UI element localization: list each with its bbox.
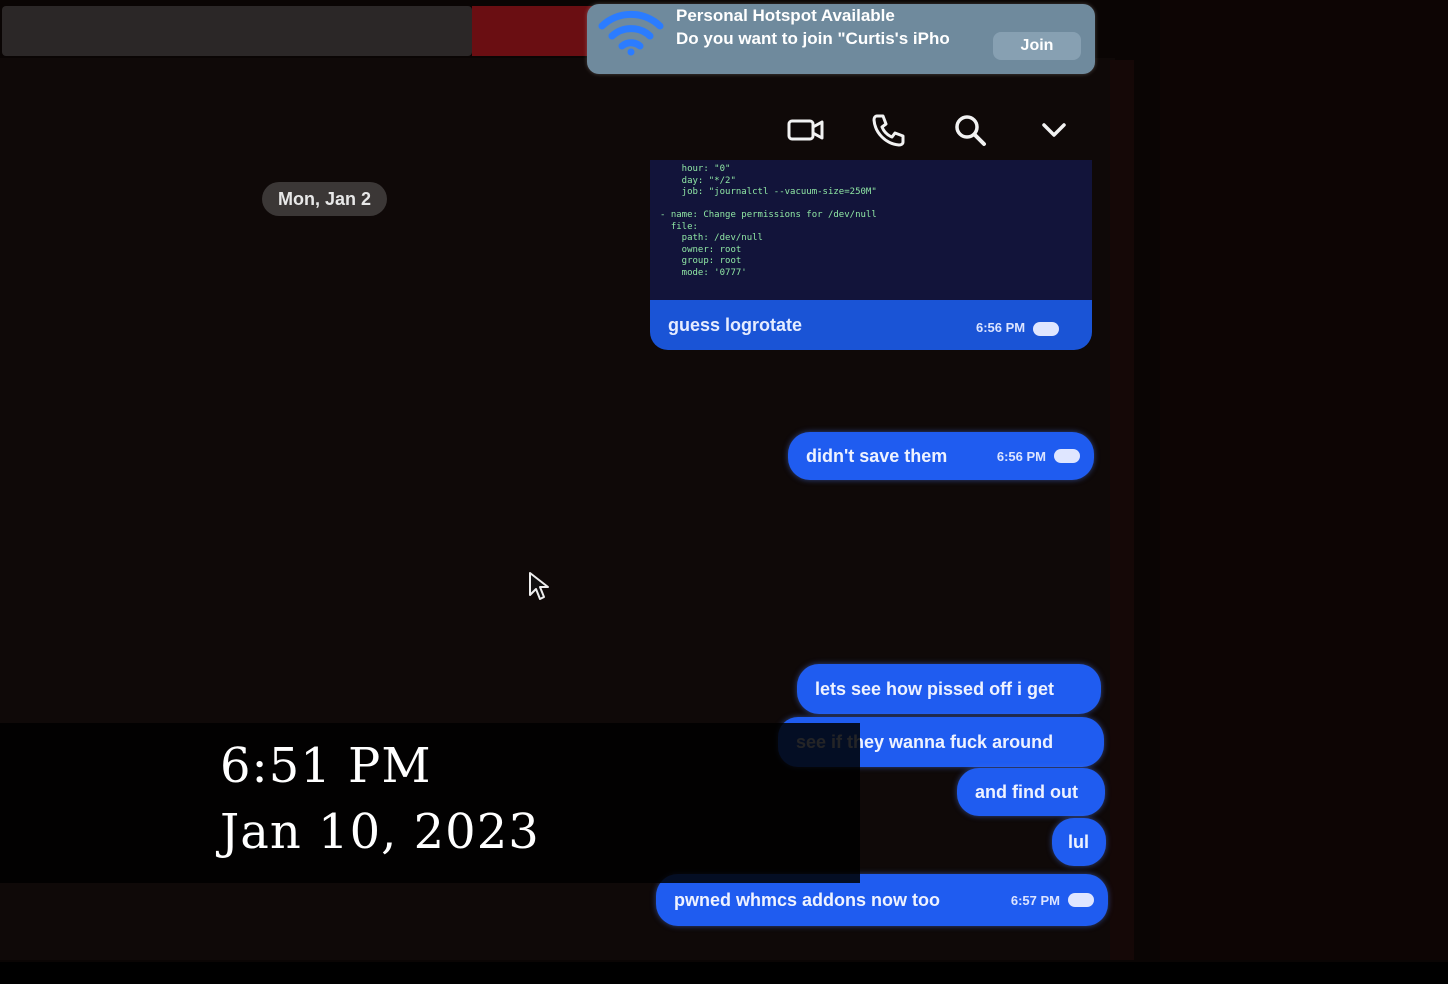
status-pill-icon xyxy=(1054,449,1080,463)
message-bubble[interactable]: lets see how pissed off i get xyxy=(797,664,1101,714)
background-window-red xyxy=(472,6,592,56)
search-icon[interactable] xyxy=(950,110,990,150)
image-message[interactable]: hour: "0" day: "*/2" job: "journalctl --… xyxy=(650,160,1092,350)
code-snippet: hour: "0" day: "*/2" job: "journalctl --… xyxy=(650,160,1092,300)
message-meta: 6:57 PM xyxy=(1011,893,1108,908)
message-text: pwned whmcs addons now too xyxy=(674,889,941,910)
join-button[interactable]: Join xyxy=(993,32,1081,60)
photo-frame: Personal Hotspot Available Do you want t… xyxy=(0,0,1448,984)
video-camera-icon[interactable] xyxy=(786,110,826,150)
message-text: and find out xyxy=(975,781,1078,802)
screen-bezel xyxy=(1110,60,1134,960)
mouse-cursor-icon xyxy=(528,571,550,601)
time-label: 6:56 PM xyxy=(976,320,1026,335)
message-text: didn't save them xyxy=(806,445,948,466)
message-bubble[interactable]: lul xyxy=(1052,818,1106,866)
notification-title: Personal Hotspot Available xyxy=(676,6,895,25)
message-bubble[interactable]: didn't save them 6:56 PM xyxy=(788,432,1094,480)
date-separator: Mon, Jan 2 xyxy=(262,182,388,216)
message-bubble[interactable]: and find out xyxy=(957,768,1105,816)
code-text: hour: "0" day: "*/2" job: "journalctl --… xyxy=(660,164,877,278)
message-text: guess logrotate xyxy=(668,315,803,335)
status-pill-icon xyxy=(1068,893,1094,907)
notification-body: Do you want to join "Curtis's iPho xyxy=(676,29,950,48)
message-text: lul xyxy=(1068,831,1089,852)
message-time: 6:57 PM xyxy=(1010,892,1060,908)
overlay-time: 6:51 PM xyxy=(220,738,432,794)
status-pill-icon xyxy=(1033,321,1060,336)
message-time: 6:56 PM xyxy=(976,320,1060,336)
message-text: lets see how pissed off i get xyxy=(815,678,1055,699)
chevron-down-icon[interactable] xyxy=(1034,110,1074,150)
phone-icon[interactable] xyxy=(868,110,908,150)
background-window xyxy=(2,6,472,56)
overlay-date: Jan 10, 2023 xyxy=(220,804,540,860)
bottom-border xyxy=(0,962,1448,984)
desk-background xyxy=(1160,0,1448,960)
message-time: 6:56 PM xyxy=(996,448,1046,464)
message-meta: 6:56 PM xyxy=(997,449,1094,464)
wifi-icon xyxy=(598,8,664,56)
